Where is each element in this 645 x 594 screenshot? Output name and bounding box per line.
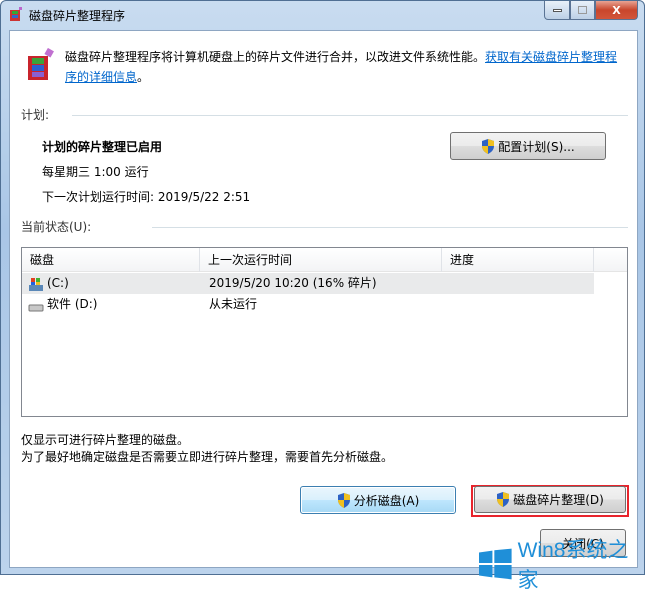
disk-row-c[interactable]: (C:) 2019/5/20 10:20 (16% 碎片): [22, 273, 594, 294]
schedule-section-label: 计划:: [21, 108, 50, 122]
close-window-button[interactable]: X: [595, 1, 638, 20]
disk-list[interactable]: 磁盘 上一次运行时间 进度 (C:) 2019/5/20 10:20 (16% …: [21, 247, 628, 417]
note-defraggable: 仅显示可进行碎片整理的磁盘。: [21, 433, 190, 447]
minimize-button[interactable]: [544, 1, 570, 20]
analyze-disk-button[interactable]: 分析磁盘(A): [300, 486, 456, 514]
uac-shield-icon: [337, 492, 350, 508]
maximize-button[interactable]: [570, 1, 595, 20]
divider: [72, 115, 628, 116]
disk-row-d[interactable]: 软件 (D:) 从未运行: [22, 294, 594, 315]
current-status-label: 当前状态(U):: [21, 220, 92, 234]
dialog-window: 磁盘碎片整理程序 X 磁盘碎片整理程序将计算机硬盘上的碎片文件进行合并，以改进文…: [0, 0, 645, 592]
column-header-disk[interactable]: 磁盘: [22, 248, 200, 272]
schedule-frequency: 每星期三 1:00 运行: [42, 165, 149, 179]
defragment-disk-button[interactable]: 磁盘碎片整理(D): [474, 486, 626, 513]
windows-logo-icon: [479, 548, 512, 580]
note-analyze-first: 为了最好地确定磁盘是否需要立即进行碎片整理，需要首先分析磁盘。: [21, 450, 394, 464]
defrag-icon: [28, 48, 54, 80]
close-icon: X: [612, 3, 621, 17]
dialog-content: 磁盘碎片整理程序将计算机硬盘上的碎片文件进行合并，以改进文件系统性能。获取有关磁…: [9, 30, 638, 568]
list-header: 磁盘 上一次运行时间 进度: [22, 248, 627, 272]
configure-schedule-button[interactable]: 配置计划(S)...: [450, 132, 606, 160]
minimize-icon: [552, 8, 562, 12]
uac-shield-icon: [497, 492, 510, 507]
description: 磁盘碎片整理程序将计算机硬盘上的碎片文件进行合并，以改进文件系统性能。获取有关磁…: [65, 50, 618, 84]
system-drive-icon: [29, 277, 43, 291]
defrag-app-icon: [10, 7, 22, 21]
last-run-cell: 从未运行: [209, 297, 258, 311]
column-header-last-run[interactable]: 上一次运行时间: [200, 248, 442, 272]
column-header-progress[interactable]: 进度: [442, 248, 594, 272]
divider: [152, 227, 628, 228]
next-run-time: 下一次计划运行时间: 2019/5/22 2:51: [42, 190, 251, 204]
maximize-icon: [578, 6, 587, 14]
drive-icon: [28, 304, 44, 311]
uac-shield-icon: [482, 138, 495, 154]
schedule-status: 计划的碎片整理已启用: [42, 140, 163, 154]
window-title: 磁盘碎片整理程序: [29, 9, 126, 23]
last-run-cell: 2019/5/20 10:20 (16% 碎片): [209, 276, 377, 290]
watermark-logo: Win8系统之家: [479, 534, 644, 594]
